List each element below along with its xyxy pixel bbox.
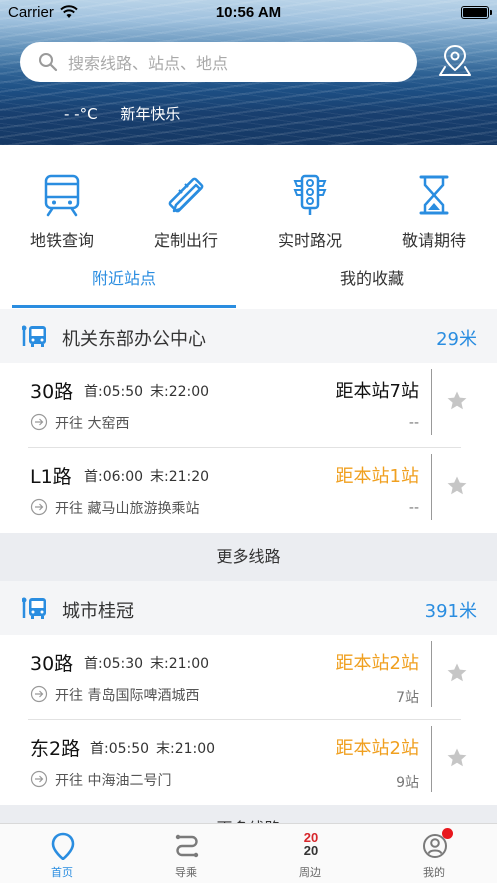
route-direction: 开往 青岛国际啤酒城西: [55, 688, 200, 704]
tabbar-mine[interactable]: 我的: [372, 824, 496, 883]
favorite-star-icon[interactable]: [446, 475, 468, 497]
direction-arrow-icon: [30, 413, 48, 431]
tabbar-nearby[interactable]: 20 20 周边: [248, 824, 372, 883]
tabbar-label: 首页: [51, 866, 73, 879]
route-name: 30路: [30, 653, 74, 675]
divider: [431, 369, 432, 435]
first-bus-time: 首:05:30: [84, 656, 144, 672]
weather-info: - -°C 新年快乐: [64, 103, 180, 124]
last-bus-time: 末:21:00: [156, 741, 216, 757]
bus-stop-icon: [22, 597, 46, 619]
search-icon: [39, 53, 58, 72]
bus-stop-icon: [22, 325, 46, 347]
divider: [431, 454, 432, 520]
search-placeholder: 搜索线路、站点、地点: [68, 54, 229, 73]
route-item[interactable]: 东2路 首:05:50 末:21:00 开往 中海油二号门 距本站2站 9站: [0, 720, 497, 805]
route-item[interactable]: L1路 首:06:00 末:21:20 开往 藏马山旅游换乘站 距本站1站 --: [0, 448, 497, 533]
route-name: 东2路: [30, 738, 81, 760]
stops-away: 距本站2站: [335, 653, 419, 674]
favorite-star-icon[interactable]: [446, 662, 468, 684]
tab-nearby-stations[interactable]: 附近站点: [0, 255, 248, 309]
map-location-icon[interactable]: [437, 42, 473, 78]
tab-my-favorites[interactable]: 我的收藏: [248, 255, 496, 309]
more-routes-button[interactable]: 更多线路: [0, 805, 497, 823]
last-bus-time: 末:22:00: [150, 384, 210, 400]
route-direction: 开往 藏马山旅游换乘站: [55, 501, 200, 517]
quick-action-traffic[interactable]: 实时路况: [248, 173, 372, 251]
favorite-star-icon[interactable]: [446, 390, 468, 412]
stops-count: 7站: [396, 690, 419, 706]
stops-away: 距本站7站: [335, 381, 419, 402]
more-routes-button[interactable]: 更多线路: [0, 533, 497, 581]
first-bus-time: 首:06:00: [84, 469, 144, 485]
year-2020-icon: 20 20: [298, 831, 324, 859]
quick-action-label: 地铁查询: [29, 231, 94, 250]
route-guide-icon: [175, 834, 199, 858]
battery-icon: [461, 6, 492, 19]
icon-text-bottom: 20: [303, 843, 319, 858]
main-content: 地铁查询 定制出行 实时路况 敬请期待 附近站点 我的收藏 机关东部办公中心 2…: [0, 145, 497, 823]
stops-away: 距本站1站: [335, 466, 419, 487]
traffic-light-icon: [293, 174, 327, 215]
last-bus-time: 末:21:00: [150, 656, 210, 672]
direction-arrow-icon: [30, 770, 48, 788]
stops-away: 距本站2站: [335, 738, 419, 759]
route-item[interactable]: 30路 首:05:50 末:22:00 开往 大窑西 距本站7站 --: [0, 363, 497, 448]
station-header[interactable]: 城市桂冠 391米: [0, 581, 497, 635]
subway-icon: [44, 174, 80, 217]
tabbar-label: 我的: [423, 866, 445, 879]
quick-action-custom-trip[interactable]: 定制出行: [124, 173, 248, 251]
favorite-star-icon[interactable]: [446, 747, 468, 769]
stops-count: 9站: [396, 775, 419, 791]
route-name: 30路: [30, 381, 74, 403]
quick-action-label: 定制出行: [153, 231, 218, 250]
divider: [431, 641, 432, 707]
stops-count: --: [408, 500, 419, 516]
bottom-tab-bar: 首页 导乘 20 20 周边 我的: [0, 823, 497, 883]
divider: [431, 726, 432, 792]
station-header[interactable]: 机关东部办公中心 29米: [0, 309, 497, 363]
station-name: 机关东部办公中心: [62, 329, 206, 350]
route-item[interactable]: 30路 首:05:30 末:21:00 开往 青岛国际啤酒城西 距本站2站 7站: [0, 635, 497, 720]
direction-arrow-icon: [30, 498, 48, 516]
station-name: 城市桂冠: [62, 601, 134, 622]
route-direction: 开往 大窑西: [55, 416, 130, 432]
search-bar[interactable]: 搜索线路、站点、地点: [20, 42, 417, 82]
ruler-pencil-icon: [168, 177, 204, 213]
station-list: 机关东部办公中心 29米 30路 首:05:50 末:22:00 开往 大窑西 …: [0, 309, 497, 823]
route-direction: 开往 中海油二号门: [55, 773, 172, 789]
temperature: - -°C: [64, 105, 98, 123]
list-tabs: 附近站点 我的收藏: [0, 255, 497, 309]
notification-badge: [442, 828, 453, 839]
status-time: 10:56 AM: [215, 4, 282, 21]
tabbar-home[interactable]: 首页: [0, 824, 124, 883]
station-distance: 29米: [436, 329, 477, 350]
hourglass-icon: [419, 175, 449, 215]
quick-action-label: 敬请期待: [401, 231, 466, 250]
quick-actions: 地铁查询 定制出行 实时路况 敬请期待: [0, 145, 497, 255]
quick-action-coming-soon[interactable]: 敬请期待: [372, 173, 496, 251]
header-banner: Carrier 10:56 AM 搜索线路、站点、地点 - -°C 新年快乐: [0, 0, 497, 145]
quick-action-subway[interactable]: 地铁查询: [0, 173, 124, 251]
direction-arrow-icon: [30, 685, 48, 703]
tabbar-label: 导乘: [175, 866, 197, 879]
greeting: 新年快乐: [120, 105, 181, 123]
first-bus-time: 首:05:50: [90, 741, 150, 757]
quick-action-label: 实时路况: [277, 231, 342, 250]
tabbar-label: 周边: [299, 866, 321, 879]
first-bus-time: 首:05:50: [84, 384, 144, 400]
last-bus-time: 末:21:20: [150, 469, 210, 485]
stops-count: --: [408, 415, 419, 431]
active-tab-indicator: [12, 305, 236, 308]
station-distance: 391米: [424, 601, 477, 622]
tabbar-guide[interactable]: 导乘: [124, 824, 248, 883]
route-name: L1路: [30, 466, 72, 488]
status-bar: Carrier 10:56 AM: [0, 0, 497, 26]
home-location-icon: [51, 832, 75, 860]
